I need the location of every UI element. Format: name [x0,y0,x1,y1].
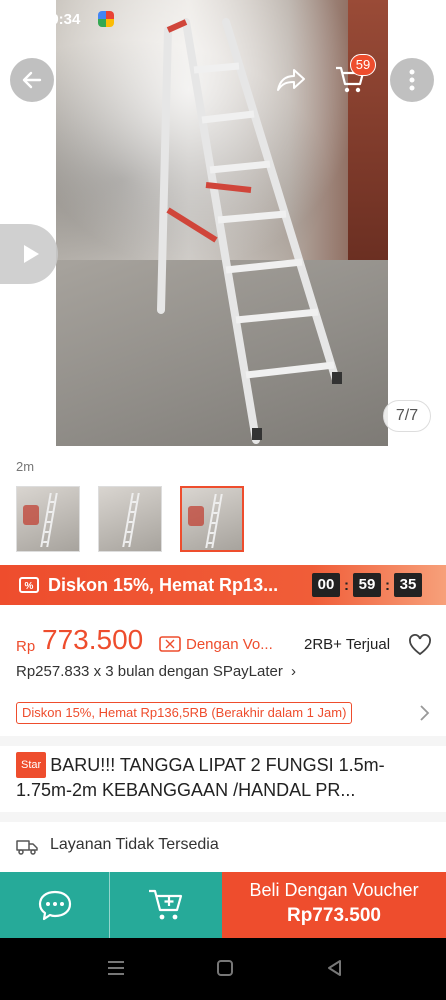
price-value: 773.500 [42,624,144,655]
product-title-block: Star BARU!!! TANGGA LIPAT 2 FUNGSI 1.5m-1… [16,752,432,800]
chat-icon [38,890,71,921]
app-icon [98,11,114,27]
share-icon [277,69,305,91]
heart-icon[interactable] [408,634,432,656]
price-currency: Rp [16,638,36,655]
status-time: 10:34 [42,11,81,28]
status-bar: 10:34 57% [0,0,446,38]
flash-sale-text: Diskon 15%, Hemat Rp13... [48,575,279,595]
thumbnail-selected[interactable] [180,486,244,552]
more-vertical-icon [409,69,415,91]
thumbnail-strip [16,486,244,552]
product-title: BARU!!! TANGGA LIPAT 2 FUNGSI 1.5m-1.75m… [16,755,385,800]
section-divider [0,812,446,822]
promo-tag: Diskon 15%, Hemat Rp136,5RB (Berakhir da… [16,702,353,724]
svg-text:%: % [25,581,34,592]
price-row: Rp 773.500 Dengan Vo... 2RB+ Terjual [16,622,432,662]
arrow-left-icon [22,71,42,89]
buy-label: Beli Dengan Voucher [249,880,419,900]
thumbnail[interactable] [16,486,80,552]
cart-plus-icon [149,889,183,920]
timer-seconds: 35 [394,573,422,597]
price-voucher-note[interactable]: Dengan Vo... [186,636,294,653]
battery-level: 57% [387,11,418,28]
buy-price: Rp773.500 [286,905,381,926]
thumbnail[interactable] [98,486,162,552]
video-play-button[interactable] [0,224,58,284]
variant-label: 2m [16,459,35,474]
menu-icon[interactable] [106,959,126,977]
sold-count: 2RB+ Terjual [304,636,391,653]
truck-icon [16,840,38,855]
discount-tag-icon: % [19,577,39,593]
installment-info[interactable]: Rp257.833 x 3 bulan dengan SPayLater › [16,663,296,680]
chevron-right-icon [420,705,430,721]
installment-text: Rp257.833 x 3 bulan dengan SPayLater [16,663,283,680]
cart-count-badge: 59 [350,54,376,76]
timer-hours: 00 [312,573,340,597]
section-divider [0,736,446,746]
countdown-timer: 00 : 59 : 35 [312,573,422,597]
more-options-button[interactable] [390,58,434,102]
shipping-text: Layanan Tidak Tersedia [50,836,219,853]
share-button[interactable] [268,58,312,102]
play-icon [24,245,39,263]
back-triangle-icon[interactable] [326,959,344,977]
home-icon[interactable] [216,959,234,977]
product-page: 10:34 57% 59 7/7 2m % Diskon 15%, Hemat … [0,0,446,1000]
product-gallery[interactable]: 10:34 57% 59 7/7 [0,0,446,455]
back-button[interactable] [10,58,54,102]
add-to-cart-button[interactable] [110,872,222,938]
voucher-icon [159,636,181,652]
promo-row[interactable]: Diskon 15%, Hemat Rp136,5RB (Berakhir da… [16,702,432,724]
star-seller-badge: Star [16,752,47,778]
bottom-action-bar: Beli Dengan Voucher Rp773.500 [0,872,446,938]
image-counter: 7/7 [383,400,431,432]
timer-minutes: 59 [353,573,381,597]
chat-button[interactable] [0,872,110,938]
shipping-row[interactable]: Layanan Tidak Tersedia [16,836,432,858]
flash-sale-bar[interactable]: % Diskon 15%, Hemat Rp13... 00 : 59 : 35 [0,565,446,605]
buy-with-voucher-button[interactable]: Beli Dengan Voucher Rp773.500 [222,872,446,938]
system-nav-bar [0,938,446,1000]
chevron-right-icon: › [291,663,297,680]
